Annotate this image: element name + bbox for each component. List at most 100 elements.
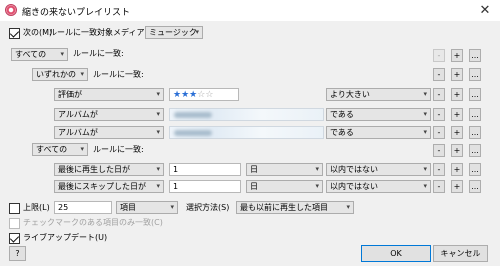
group1-select-value: すべての: [15, 50, 47, 59]
rule4-op-select[interactable]: 以内ではない ▾: [326, 163, 431, 176]
chevron-down-icon: ▾: [156, 90, 160, 98]
group1-minus-button[interactable]: -: [433, 49, 445, 62]
rule1-minus-button[interactable]: -: [433, 88, 445, 101]
rule4-unit-value: 日: [250, 165, 258, 174]
group1-plus-button[interactable]: +: [451, 49, 463, 62]
rule1-op-select[interactable]: より大きい ▾: [326, 88, 431, 101]
group3-more-button[interactable]: ...: [469, 144, 481, 157]
chevron-down-icon: ▾: [60, 50, 64, 58]
live-update-label: ライブアップデート(U): [23, 233, 108, 242]
group3-plus-button[interactable]: +: [451, 144, 463, 157]
rule4-field-select[interactable]: 最後に再生した日が ▾: [54, 163, 164, 176]
group1-more-button[interactable]: ...: [469, 49, 481, 62]
media-label: 対象メディア:: [97, 28, 148, 37]
rule5-minus-button[interactable]: -: [433, 180, 445, 193]
rule2-more-button[interactable]: ...: [469, 108, 481, 121]
rule2-field-select[interactable]: アルバムが ▾: [54, 108, 164, 121]
group1-select[interactable]: すべての ▾: [11, 48, 68, 61]
rule1-rating-input[interactable]: ★★★☆☆: [169, 88, 239, 101]
group2-label: ルールに一致:: [93, 70, 144, 79]
chevron-down-icon: ▾: [315, 165, 319, 173]
group2-more-button[interactable]: ...: [469, 68, 481, 81]
chevron-down-icon: ▾: [170, 203, 174, 211]
chevron-down-icon: ▾: [423, 182, 427, 190]
chevron-down-icon: ▾: [423, 110, 427, 118]
group1-label: ルールに一致:: [73, 49, 124, 58]
cancel-button[interactable]: キャンセル: [433, 245, 488, 262]
rule4-op-value: 以内ではない: [330, 165, 378, 174]
chevron-down-icon: ▾: [423, 165, 427, 173]
rule3-op-select[interactable]: である ▾: [326, 126, 431, 139]
checked-only-label: チェックマークのある項目のみ一致(C): [23, 218, 163, 227]
rule1-field-select[interactable]: 評価が ▾: [54, 88, 164, 101]
rule4-more-button[interactable]: ...: [469, 163, 481, 176]
rule1-more-button[interactable]: ...: [469, 88, 481, 101]
rule3-minus-button[interactable]: -: [433, 126, 445, 139]
rule5-value-input[interactable]: 1: [169, 180, 241, 193]
rule5-field-value: 最後にスキップした日が: [58, 182, 146, 191]
method-label: 選択方法(S): [186, 203, 230, 212]
limit-label: 上限(L): [23, 203, 50, 212]
match-checkbox[interactable]: [9, 28, 20, 39]
chevron-down-icon: ▾: [195, 28, 199, 36]
rule2-op-select[interactable]: である ▾: [326, 108, 431, 121]
chevron-down-icon: ▾: [346, 203, 350, 211]
window-title: 縮きの来ないプレイリスト: [22, 8, 131, 18]
chevron-down-icon: ▾: [423, 90, 427, 98]
rule1-op-value: より大きい: [330, 90, 370, 99]
checked-only-checkbox[interactable]: [9, 218, 20, 229]
rule4-field-value: 最後に再生した日が: [58, 165, 130, 174]
group3-select[interactable]: すべての ▾: [32, 143, 88, 156]
group3-minus-button[interactable]: -: [433, 144, 445, 157]
limit-unit-value: 項目: [120, 203, 136, 212]
rule3-plus-button[interactable]: +: [451, 126, 463, 139]
rule4-value-input[interactable]: 1: [169, 163, 241, 176]
rule4-minus-button[interactable]: -: [433, 163, 445, 176]
star-filled-icon: ★: [173, 90, 182, 100]
rule4-unit-select[interactable]: 日 ▾: [246, 163, 323, 176]
live-update-checkbox[interactable]: [9, 233, 20, 244]
chevron-down-icon: ▾: [156, 165, 160, 173]
media-select[interactable]: ミュージック ▾: [145, 26, 203, 39]
app-icon: [5, 4, 17, 16]
rule5-unit-value: 日: [250, 182, 258, 191]
rule2-field-value: アルバムが: [58, 110, 98, 119]
rule4-plus-button[interactable]: +: [451, 163, 463, 176]
group3-select-value: すべての: [36, 145, 68, 154]
star-filled-icon: ★: [181, 90, 190, 100]
rule3-field-value: アルバムが: [58, 128, 98, 137]
rule2-plus-button[interactable]: +: [451, 108, 463, 121]
group3-label: ルールに一致:: [93, 145, 144, 154]
close-icon[interactable]: ✕: [474, 2, 496, 19]
rule5-field-select[interactable]: 最後にスキップした日が ▾: [54, 180, 164, 193]
method-select-value: 最も以前に再生した項目: [240, 203, 328, 212]
rule1-field-value: 評価が: [58, 90, 82, 99]
rule2-value-input[interactable]: [169, 108, 324, 121]
group2-select[interactable]: いずれかの ▾: [32, 68, 88, 81]
star-empty-icon: ☆: [205, 90, 214, 100]
rule3-field-select[interactable]: アルバムが ▾: [54, 126, 164, 139]
rule3-more-button[interactable]: ...: [469, 126, 481, 139]
rule2-op-value: である: [330, 110, 354, 119]
group2-plus-button[interactable]: +: [451, 68, 463, 81]
limit-unit-select[interactable]: 項目 ▾: [116, 201, 178, 214]
chevron-down-icon: ▾: [156, 182, 160, 190]
help-button[interactable]: ?: [9, 246, 26, 261]
group2-minus-button[interactable]: -: [433, 68, 445, 81]
limit-value-input[interactable]: 25: [54, 201, 112, 214]
limit-checkbox[interactable]: [9, 203, 20, 214]
rule3-value-input[interactable]: [169, 126, 324, 139]
media-select-value: ミュージック: [149, 28, 197, 37]
rule2-minus-button[interactable]: -: [433, 108, 445, 121]
chevron-down-icon: ▾: [156, 110, 160, 118]
rule1-plus-button[interactable]: +: [451, 88, 463, 101]
chevron-down-icon: ▾: [315, 182, 319, 190]
rule5-plus-button[interactable]: +: [451, 180, 463, 193]
method-select[interactable]: 最も以前に再生した項目 ▾: [236, 201, 354, 214]
rule3-op-value: である: [330, 128, 354, 137]
ok-button[interactable]: OK: [361, 245, 431, 262]
rule5-more-button[interactable]: ...: [469, 180, 481, 193]
rule5-op-select[interactable]: 以内ではない ▾: [326, 180, 431, 193]
match-label: 次の(M): [23, 28, 53, 37]
rule5-unit-select[interactable]: 日 ▾: [246, 180, 323, 193]
